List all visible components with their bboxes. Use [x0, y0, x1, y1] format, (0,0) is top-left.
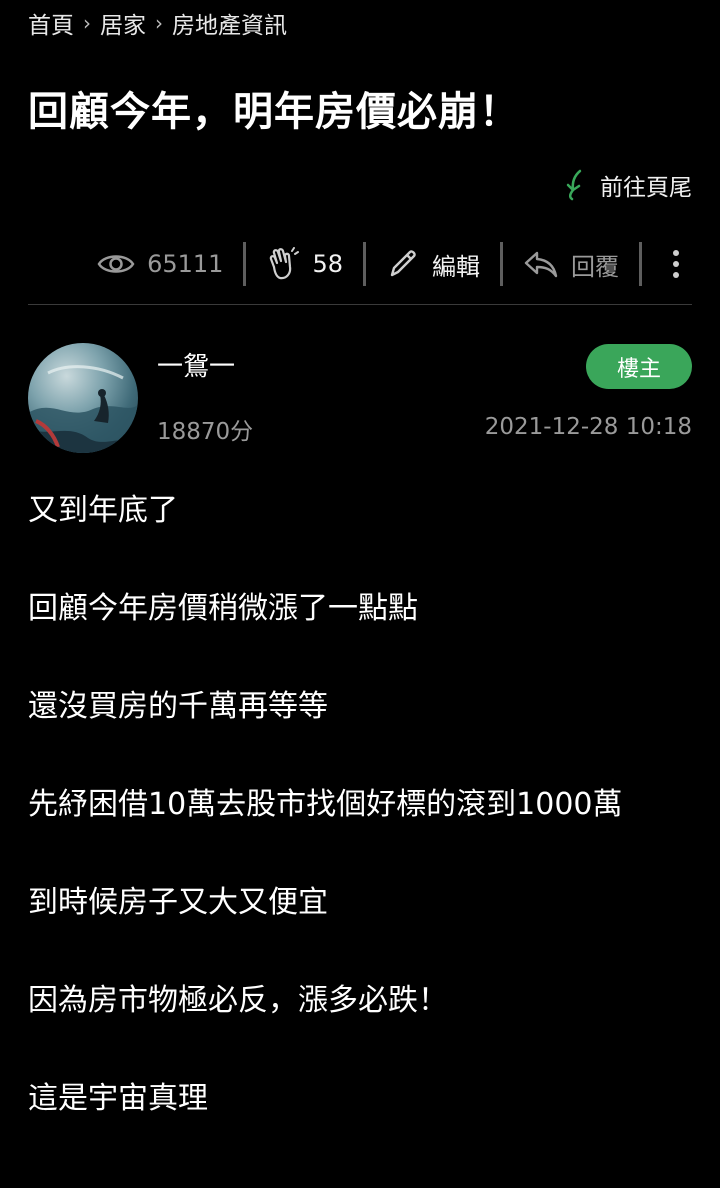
- avatar[interactable]: [28, 343, 138, 453]
- breadcrumb-home-living[interactable]: 居家: [100, 6, 146, 40]
- more-vertical-icon: [673, 250, 679, 278]
- reply-label: 回覆: [571, 252, 619, 281]
- toolbar-divider-line: [28, 304, 692, 305]
- clap-hands-icon: [270, 247, 300, 280]
- edit-label: 編輯: [432, 252, 480, 281]
- pencil-icon: [390, 250, 416, 277]
- post-timestamp: 2021-12-28 10:18: [484, 414, 692, 440]
- more-options-button[interactable]: [642, 249, 692, 279]
- down-arrow-icon: [566, 169, 582, 201]
- goto-bottom-label: 前往頁尾: [600, 175, 692, 201]
- author-score: 18870分: [157, 419, 254, 445]
- content-paragraph: 還沒買房的千萬再等等: [28, 689, 328, 724]
- breadcrumb: 首頁 › 居家 › 房地產資訊: [28, 6, 287, 40]
- chevron-right-icon: ›: [155, 11, 163, 35]
- reply-button[interactable]: 回覆: [503, 247, 639, 282]
- post-content: 又到年底了 回顧今年房價稍微漲了一點點 還沒買房的千萬再等等 先紓困借10萬去股…: [28, 486, 692, 1172]
- op-badge: 樓主: [586, 344, 692, 389]
- edit-button[interactable]: 編輯: [366, 247, 500, 282]
- content-paragraph: 這是宇宙真理: [28, 1081, 208, 1116]
- content-paragraph: 又到年底了: [28, 493, 178, 528]
- view-count: 65111: [77, 250, 243, 278]
- content-paragraph: 到時候房子又大又便宜: [28, 885, 328, 920]
- goto-bottom-button[interactable]: 前往頁尾: [560, 166, 692, 204]
- reply-arrow-icon: [524, 251, 558, 278]
- eye-icon: [97, 255, 135, 273]
- author-name[interactable]: 一鴛一: [157, 346, 235, 383]
- content-paragraph: 先紓困借10萬去股市找個好標的滾到1000萬: [28, 787, 623, 822]
- post-title: 回顧今年，明年房價必崩！: [28, 89, 520, 135]
- post-toolbar: 65111 58 編輯 回覆: [28, 238, 692, 290]
- like-button[interactable]: 58: [246, 247, 363, 281]
- content-paragraph: 回顧今年房價稍微漲了一點點: [28, 591, 418, 626]
- like-count-value: 58: [312, 250, 343, 278]
- content-paragraph: 因為房市物極必反，漲多必跌！: [28, 983, 448, 1018]
- view-count-value: 65111: [147, 250, 224, 278]
- breadcrumb-real-estate[interactable]: 房地產資訊: [172, 6, 287, 40]
- avatar-image: [28, 365, 138, 453]
- breadcrumb-home[interactable]: 首頁: [28, 6, 74, 40]
- chevron-right-icon: ›: [83, 11, 91, 35]
